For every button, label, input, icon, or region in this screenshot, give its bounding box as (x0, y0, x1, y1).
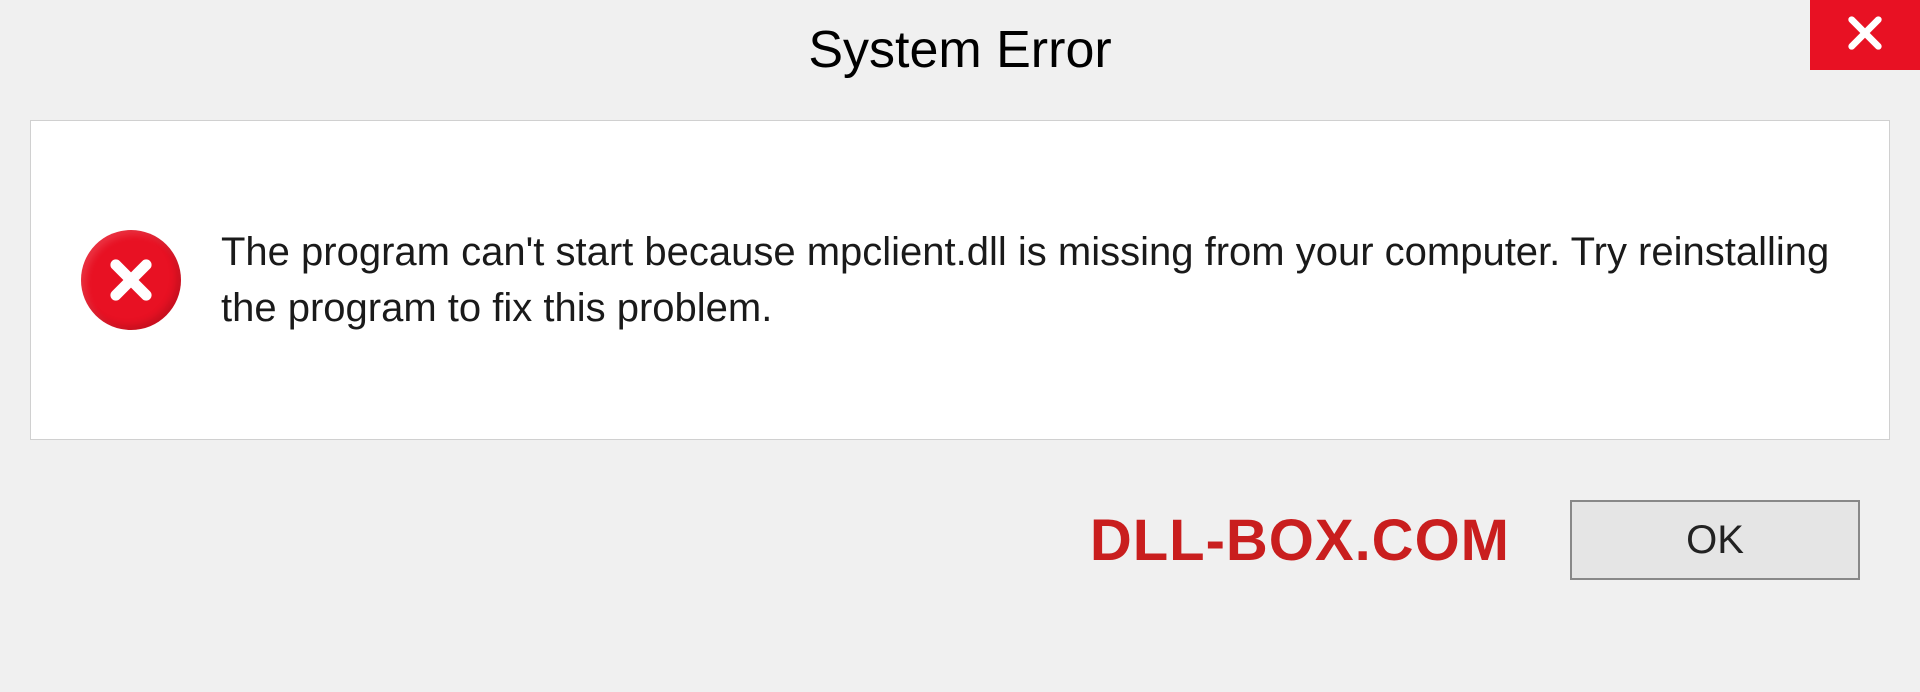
watermark-text: DLL-BOX.COM (1090, 507, 1510, 574)
error-message: The program can't start because mpclient… (221, 224, 1839, 336)
error-icon (81, 230, 181, 330)
close-button[interactable] (1810, 0, 1920, 70)
dialog-title: System Error (808, 20, 1111, 80)
close-icon (1845, 13, 1885, 58)
titlebar: System Error (0, 0, 1920, 120)
dialog-footer: DLL-BOX.COM OK (30, 440, 1890, 640)
error-dialog: System Error The program can't start bec… (0, 0, 1920, 692)
content-panel: The program can't start because mpclient… (30, 120, 1890, 440)
ok-button[interactable]: OK (1570, 500, 1860, 580)
